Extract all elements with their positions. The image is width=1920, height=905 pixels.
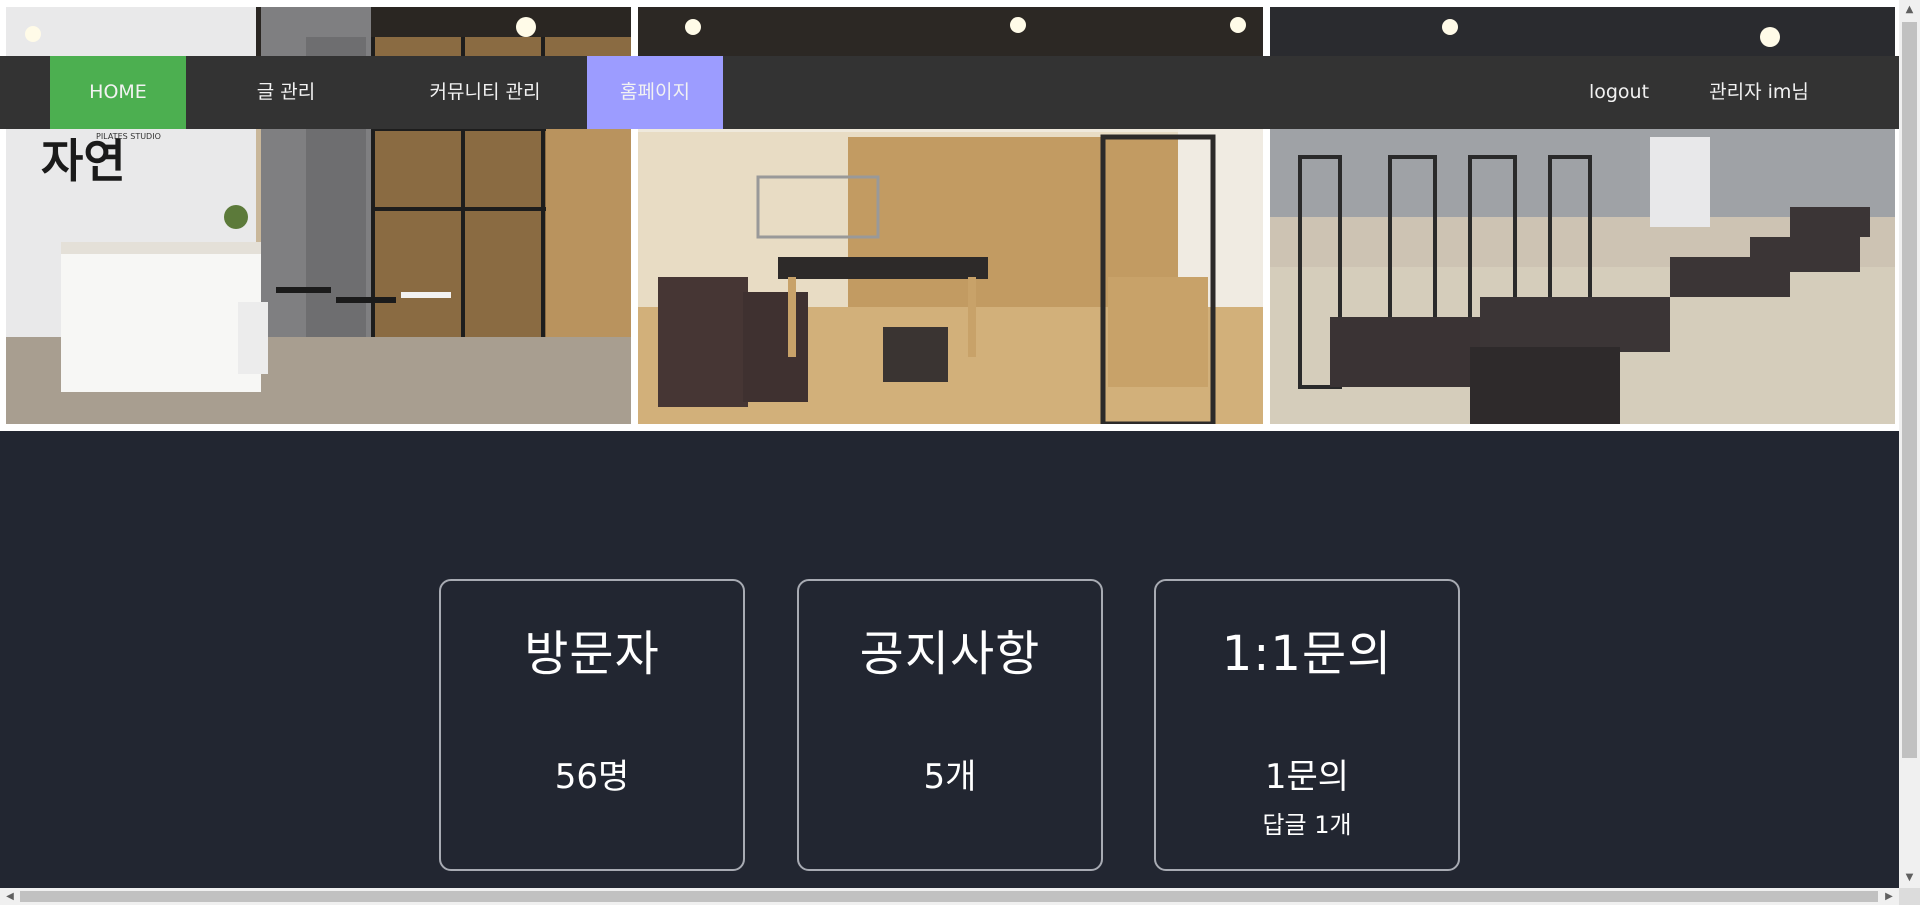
page: 자연 PILATES STUDIO HOME 글 관리 커뮤니티 관리 홈페이지… xyxy=(0,0,1920,905)
notices-card-title: 공지사항 xyxy=(859,626,1041,682)
scroll-right-arrow-icon[interactable]: ▶ xyxy=(1879,888,1899,905)
visitors-count: 56명 xyxy=(554,757,630,797)
vertical-scrollbar-thumb[interactable] xyxy=(1902,22,1917,758)
nav-community-management-link[interactable]: 커뮤니티 관리 xyxy=(400,56,570,129)
qna-reply-count: 답글 1개 xyxy=(1262,811,1352,839)
scrollbar-corner xyxy=(1899,888,1920,905)
visitors-card[interactable]: 방문자 56명 xyxy=(439,579,745,871)
notices-count: 5개 xyxy=(923,757,977,797)
studio-logo-subtext: PILATES STUDIO xyxy=(96,132,161,141)
logout-link[interactable]: logout xyxy=(1569,56,1669,129)
vertical-scrollbar[interactable]: ▲ ▼ xyxy=(1899,0,1920,888)
scroll-up-arrow-icon[interactable]: ▲ xyxy=(1899,0,1920,20)
horizontal-scrollbar-thumb[interactable] xyxy=(20,891,1878,902)
scroll-down-arrow-icon[interactable]: ▼ xyxy=(1899,868,1920,888)
qna-card-title: 1:1문의 xyxy=(1221,626,1393,682)
visitors-card-title: 방문자 xyxy=(524,626,660,682)
notices-card[interactable]: 공지사항 5개 xyxy=(797,579,1103,871)
nav-homepage-link[interactable]: 홈페이지 xyxy=(587,56,723,129)
qna-card[interactable]: 1:1문의 1문의 답글 1개 xyxy=(1154,579,1460,871)
studio-logo-text: 자연 xyxy=(41,134,126,188)
admin-user-label[interactable]: 관리자 im님 xyxy=(1679,56,1839,129)
dashboard-summary-section: 방문자 56명 공지사항 5개 1:1문의 1문의 답글 1개 xyxy=(0,431,1899,888)
top-navigation-bar: HOME 글 관리 커뮤니티 관리 홈페이지 logout 관리자 im님 xyxy=(0,56,1899,129)
nav-home-link[interactable]: HOME xyxy=(50,56,186,129)
nav-post-management-link[interactable]: 글 관리 xyxy=(218,56,354,129)
scroll-left-arrow-icon[interactable]: ◀ xyxy=(0,888,20,905)
horizontal-scrollbar[interactable]: ◀ ▶ xyxy=(0,888,1920,905)
qna-count: 1문의 xyxy=(1264,757,1350,797)
